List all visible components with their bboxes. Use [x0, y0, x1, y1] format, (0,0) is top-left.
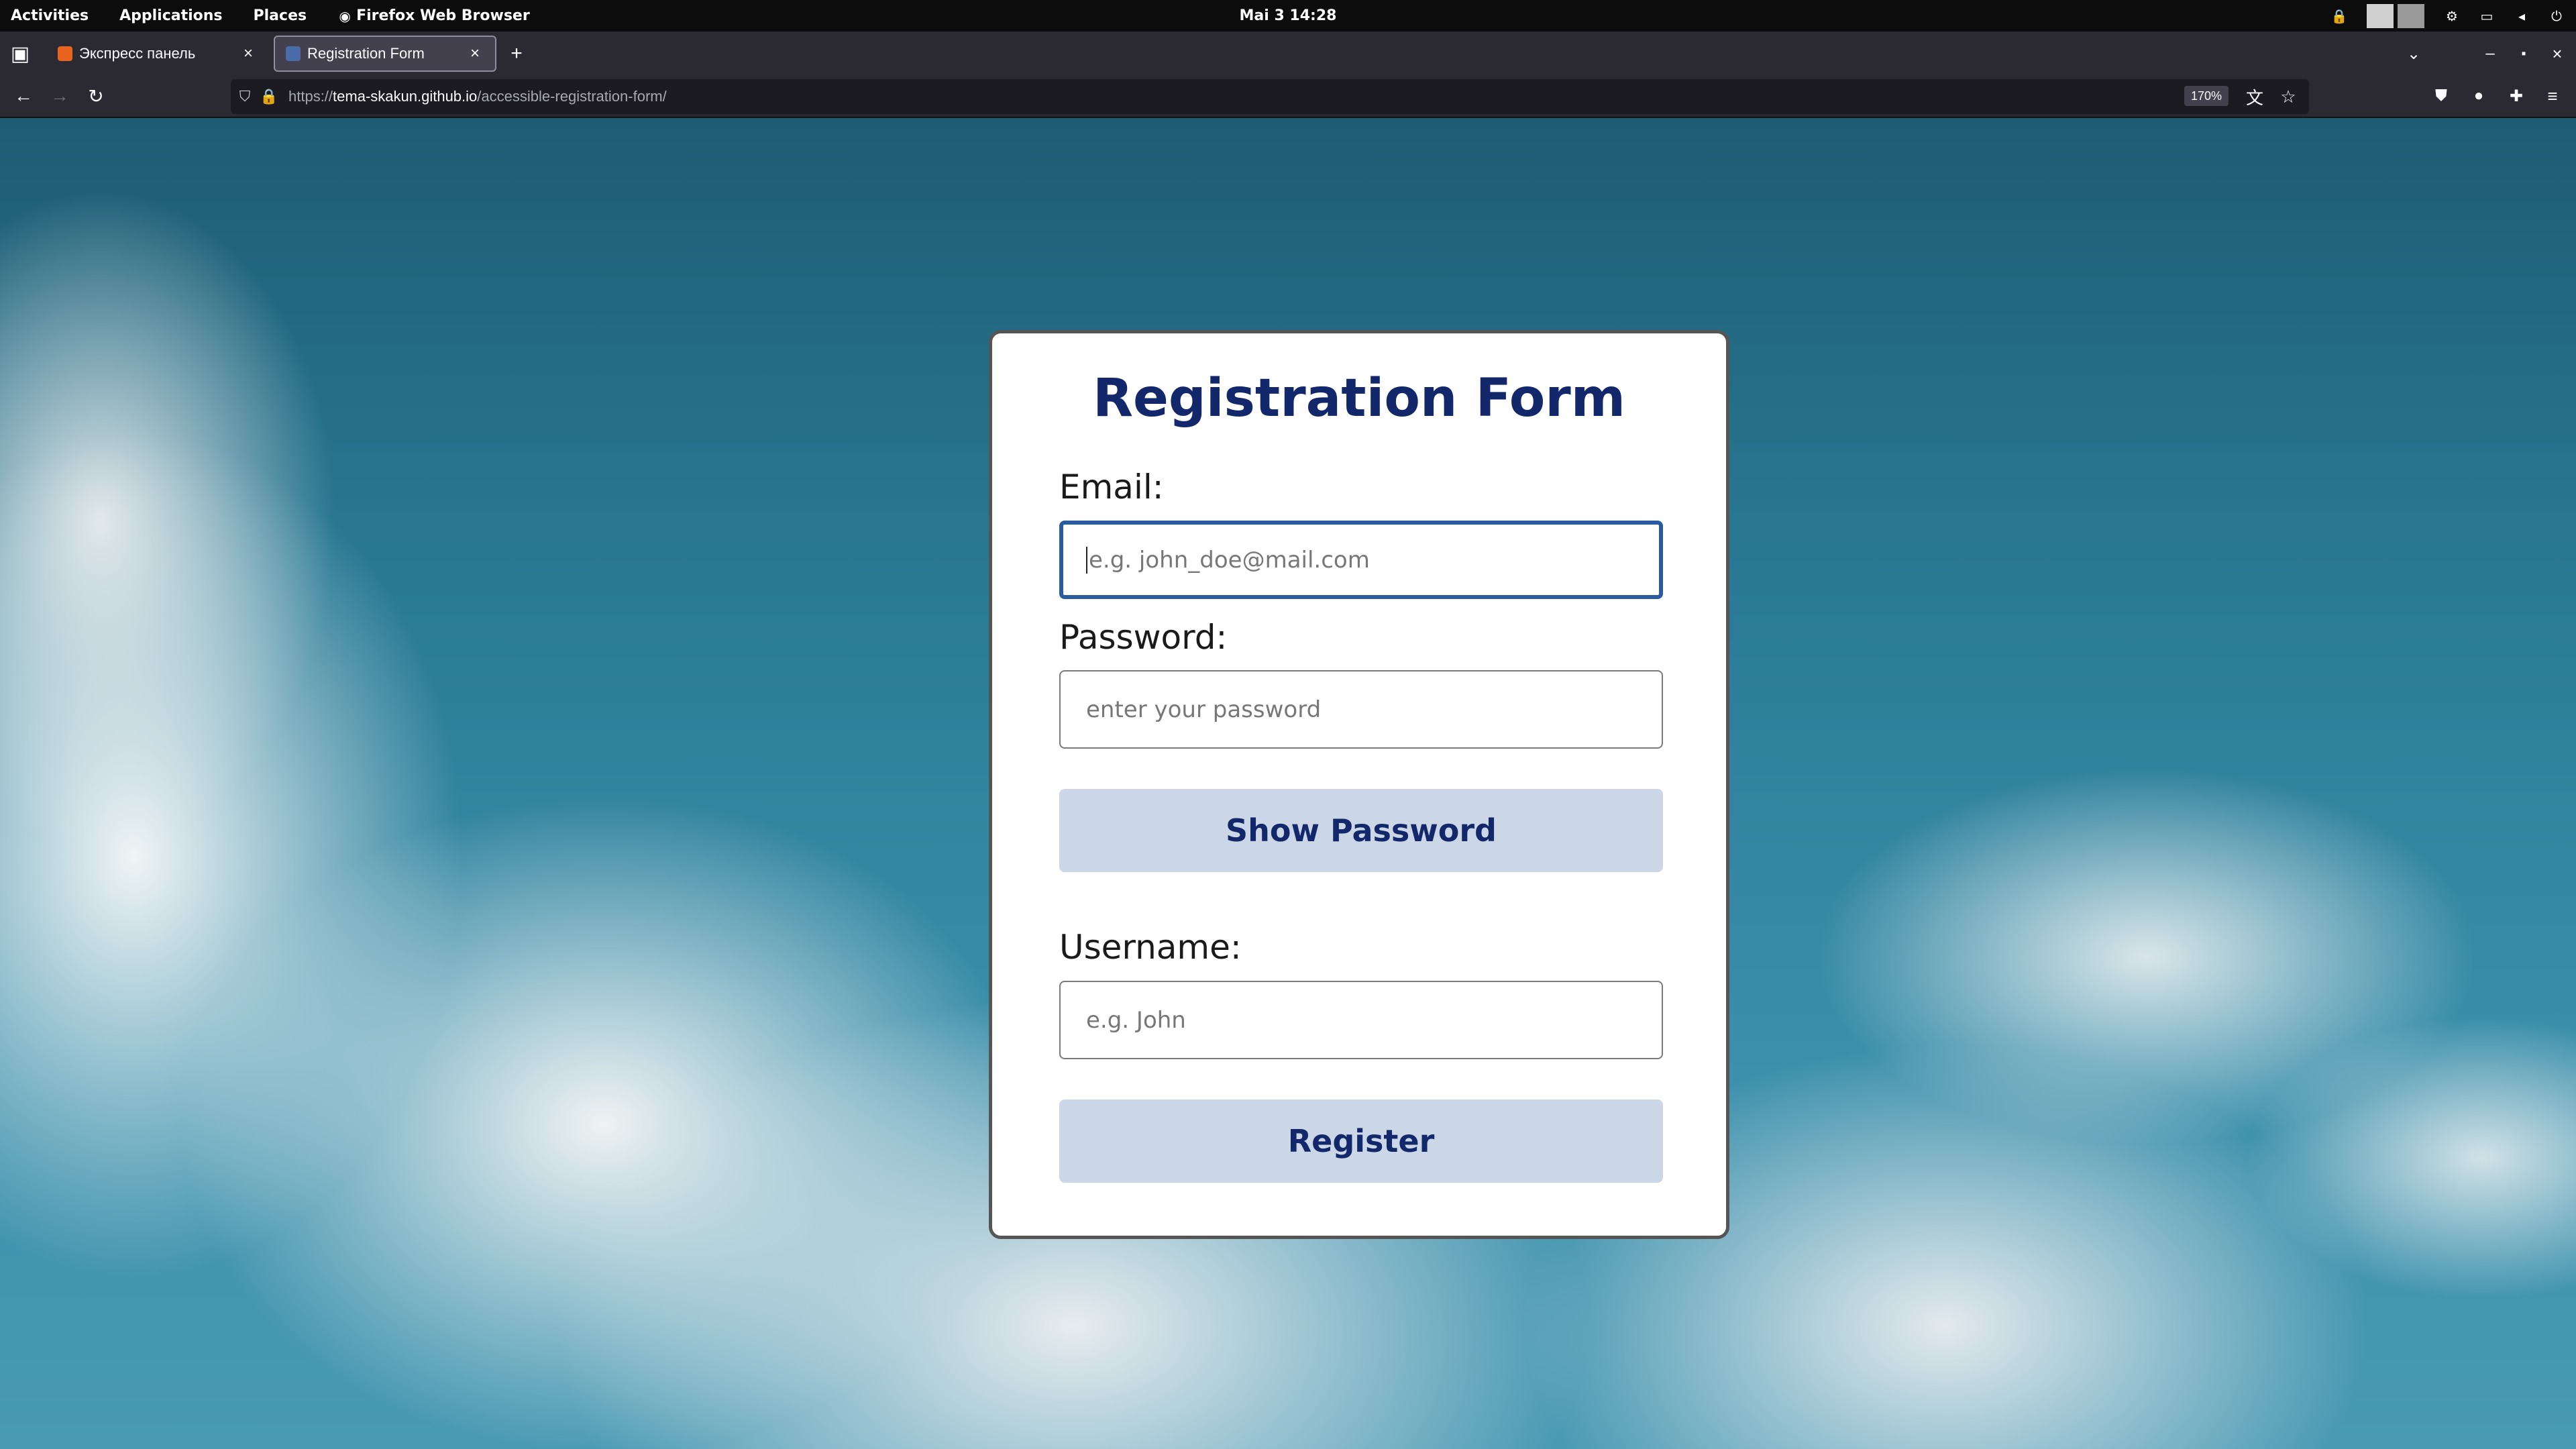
- workspace-1[interactable]: [2367, 3, 2394, 28]
- extensions-icon[interactable]: ✚: [2502, 82, 2530, 110]
- username-placeholder: e.g. John: [1086, 1006, 1186, 1034]
- workspace-2[interactable]: [2398, 3, 2424, 28]
- volume-icon[interactable]: ◂: [2514, 8, 2529, 24]
- back-icon[interactable]: ←: [9, 82, 38, 110]
- email-input[interactable]: e.g. john_doe@mail.com: [1059, 521, 1663, 599]
- show-password-button[interactable]: Show Password: [1059, 789, 1663, 872]
- padlock-icon[interactable]: 🔒: [255, 83, 283, 111]
- account-icon[interactable]: ●: [2465, 82, 2493, 110]
- firefox-icon: ◉: [339, 7, 351, 24]
- app-menu-label: Firefox Web Browser: [356, 7, 530, 24]
- form-title: Registration Form: [1092, 368, 1626, 429]
- url-path: /accessible-registration-form/: [477, 88, 667, 105]
- firefox-view-icon[interactable]: ▣: [7, 40, 34, 67]
- minimize-icon[interactable]: –: [2477, 40, 2504, 67]
- reload-icon[interactable]: ↻: [82, 82, 110, 110]
- close-window-icon[interactable]: ×: [2544, 40, 2571, 67]
- zoom-level-badge[interactable]: 170%: [2184, 86, 2229, 106]
- lock-icon[interactable]: 🔒: [2331, 8, 2348, 24]
- gnome-top-bar: Activities Applications Places ◉ Firefox…: [0, 0, 2576, 32]
- tab-favicon: [286, 46, 301, 61]
- text-caret: [1086, 546, 1087, 574]
- new-tab-icon[interactable]: +: [503, 40, 530, 67]
- menu-hamburger-icon[interactable]: ≡: [2538, 82, 2567, 110]
- power-icon[interactable]: ⏻: [2549, 8, 2564, 24]
- password-label: Password:: [1059, 618, 1228, 657]
- translate-icon[interactable]: 文: [2241, 83, 2269, 111]
- activities-button[interactable]: Activities: [11, 7, 89, 24]
- places-menu[interactable]: Places: [254, 7, 307, 24]
- close-tab-icon[interactable]: ×: [466, 44, 484, 63]
- url-bar[interactable]: ⛉ 🔒 https://tema-skakun.github.io/access…: [231, 79, 2309, 114]
- pocket-icon[interactable]: ⛊: [2427, 82, 2455, 110]
- email-label: Email:: [1059, 468, 1164, 506]
- clock[interactable]: Mai 3 14:28: [1240, 7, 1337, 24]
- url-scheme: https://: [288, 88, 333, 105]
- url-host: tema-skakun.github.io: [333, 88, 478, 105]
- navigation-bar: ← → ↻ ⛉ 🔒 https://tema-skakun.github.io/…: [0, 75, 2576, 117]
- bookmark-star-icon[interactable]: ☆: [2274, 83, 2302, 111]
- register-button[interactable]: Register: [1059, 1099, 1663, 1183]
- forward-icon[interactable]: →: [46, 82, 74, 110]
- page-viewport: Registration Form Email: e.g. john_doe@m…: [0, 118, 2576, 1449]
- username-label: Username:: [1059, 928, 1242, 967]
- registration-card: Registration Form Email: e.g. john_doe@m…: [989, 330, 1729, 1239]
- username-input[interactable]: e.g. John: [1059, 981, 1663, 1059]
- password-input[interactable]: enter your password: [1059, 670, 1663, 749]
- close-tab-icon[interactable]: ×: [239, 44, 258, 63]
- tab-strip: ▣ Экспресс панель × Registration Form × …: [0, 32, 2576, 75]
- tab-registration-form[interactable]: Registration Form ×: [274, 36, 496, 72]
- tab-express-panel[interactable]: Экспресс панель ×: [47, 36, 268, 72]
- maximize-icon[interactable]: ▪: [2510, 40, 2537, 67]
- tab-favicon: [58, 46, 72, 61]
- url-text[interactable]: https://tema-skakun.github.io/accessible…: [288, 88, 667, 105]
- tab-label: Registration Form: [307, 45, 425, 62]
- app-menu[interactable]: ◉ Firefox Web Browser: [337, 7, 530, 24]
- tab-label: Экспресс панель: [79, 45, 196, 62]
- password-placeholder: enter your password: [1086, 696, 1322, 723]
- settings-gear-icon[interactable]: ⚙: [2445, 8, 2459, 24]
- email-placeholder: e.g. john_doe@mail.com: [1089, 546, 1370, 574]
- screen-icon[interactable]: ▭: [2479, 8, 2494, 24]
- list-tabs-icon[interactable]: ⌄: [2400, 40, 2427, 67]
- applications-menu[interactable]: Applications: [119, 7, 222, 24]
